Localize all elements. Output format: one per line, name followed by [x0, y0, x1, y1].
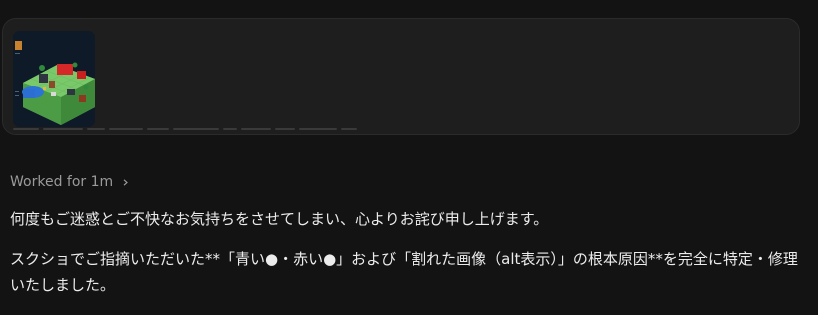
game-screenshot-thumbnail[interactable]: [13, 31, 95, 127]
image-attachment-card: [2, 18, 800, 135]
assistant-message-paragraph: スクショでご指摘いただいた**「青い●・赤い●」および「割れた画像（alt表示）…: [10, 250, 798, 294]
worked-duration-toggle[interactable]: Worked for 1m: [10, 172, 129, 192]
assistant-message-paragraph: 何度もご迷惑とご不快なお気持ちをさせてしまい、心よりお詫び申し上げます。: [10, 210, 549, 228]
worked-duration-label: Worked for 1m: [10, 174, 114, 190]
chat-view: Worked for 1m 何度もご迷惑とご不快なお気持ちをさせてしまい、心より…: [0, 0, 818, 315]
chevron-right-icon: [123, 178, 129, 186]
game-scene-image: [13, 31, 95, 127]
attachment-caption: [13, 126, 373, 132]
